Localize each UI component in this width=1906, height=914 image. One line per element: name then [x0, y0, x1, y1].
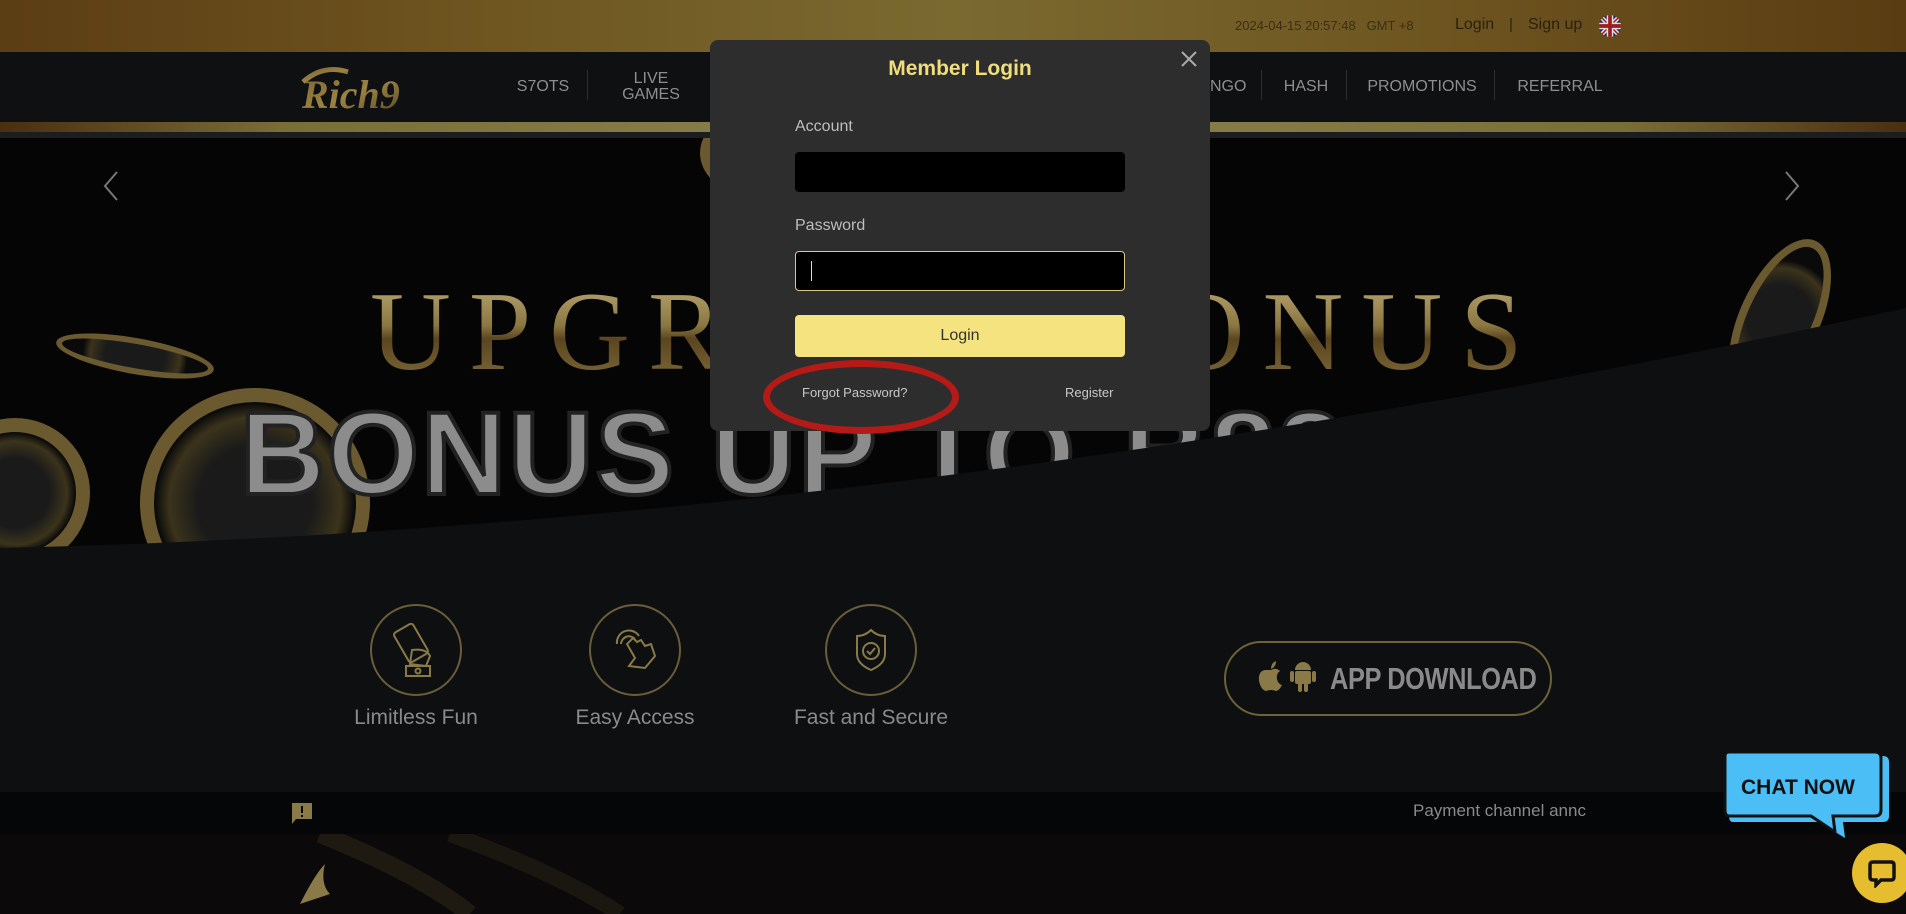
- app-download-button[interactable]: APP DOWNLOAD: [1224, 641, 1552, 716]
- features-section: Limitless Fun Easy Access Fast and Secur…: [0, 548, 1906, 792]
- password-input[interactable]: [795, 251, 1125, 291]
- chat-now-label: CHAT NOW: [1741, 776, 1855, 799]
- text-cursor: [811, 261, 812, 281]
- footer-flame-icon: [300, 864, 330, 904]
- nav-item-hash[interactable]: HASH: [1276, 52, 1336, 122]
- hand-phone-cash-icon: [370, 604, 462, 696]
- footer-background: [0, 834, 1906, 914]
- page: 2024-04-15 20:57:48 GMT +8 Login | Sign …: [0, 0, 1906, 914]
- tap-hand-icon: [589, 604, 681, 696]
- nav-item-bingo[interactable]: NGO: [1210, 52, 1246, 122]
- nav-divider: [587, 70, 588, 100]
- rich9-logo[interactable]: Rich9: [298, 62, 448, 117]
- login-button[interactable]: Login: [795, 315, 1125, 357]
- separator: |: [1509, 16, 1513, 33]
- feature-fast-secure: Fast and Secure: [781, 604, 961, 730]
- nav-divider: [1494, 70, 1495, 100]
- feature-label: Easy Access: [575, 706, 695, 729]
- announcement-bar: Payment channel annc: [0, 792, 1906, 834]
- feature-label: Limitless Fun: [354, 706, 478, 729]
- chat-icon[interactable]: [1852, 843, 1906, 903]
- nav-item-live-games[interactable]: LIVE GAMES: [610, 52, 692, 122]
- nav-divider: [1346, 70, 1347, 100]
- feature-easy-access: Easy Access: [545, 604, 725, 730]
- chevron-right-icon[interactable]: [1776, 166, 1806, 206]
- announcement-icon: [290, 801, 314, 830]
- logo-text: Rich9: [301, 72, 400, 114]
- feature-limitless-fun: Limitless Fun: [326, 604, 506, 730]
- highlight-annotation-circle: [763, 360, 959, 434]
- datetime: 2024-04-15 20:57:48 GMT +8: [1235, 18, 1414, 33]
- account-input[interactable]: [795, 152, 1125, 192]
- nav-item-referral[interactable]: REFERRAL: [1508, 52, 1612, 122]
- nav-item-promotions[interactable]: PROMOTIONS: [1362, 52, 1482, 122]
- nav-item-slots[interactable]: S7OTS: [508, 52, 578, 122]
- apple-icon: [1258, 661, 1284, 696]
- close-icon[interactable]: [1178, 48, 1200, 70]
- chat-now-bubble[interactable]: CHAT NOW: [1723, 752, 1893, 840]
- top-signup-link[interactable]: Sign up: [1528, 16, 1582, 34]
- top-login-link[interactable]: Login: [1455, 16, 1494, 34]
- announcement-text[interactable]: Payment channel annc: [1413, 801, 1595, 821]
- chevron-left-icon[interactable]: [97, 166, 127, 206]
- password-label: Password: [795, 217, 866, 234]
- register-link[interactable]: Register: [1065, 385, 1113, 400]
- shield-check-icon: [825, 604, 917, 696]
- feature-label: Fast and Secure: [793, 706, 949, 729]
- uk-flag-icon[interactable]: [1599, 15, 1621, 37]
- app-download-label: APP DOWNLOAD: [1330, 660, 1537, 696]
- account-label: Account: [795, 118, 853, 135]
- nav-divider: [1261, 70, 1262, 100]
- timezone: GMT +8: [1366, 18, 1414, 33]
- modal-title: Member Login: [888, 57, 1032, 80]
- android-icon: [1290, 660, 1316, 697]
